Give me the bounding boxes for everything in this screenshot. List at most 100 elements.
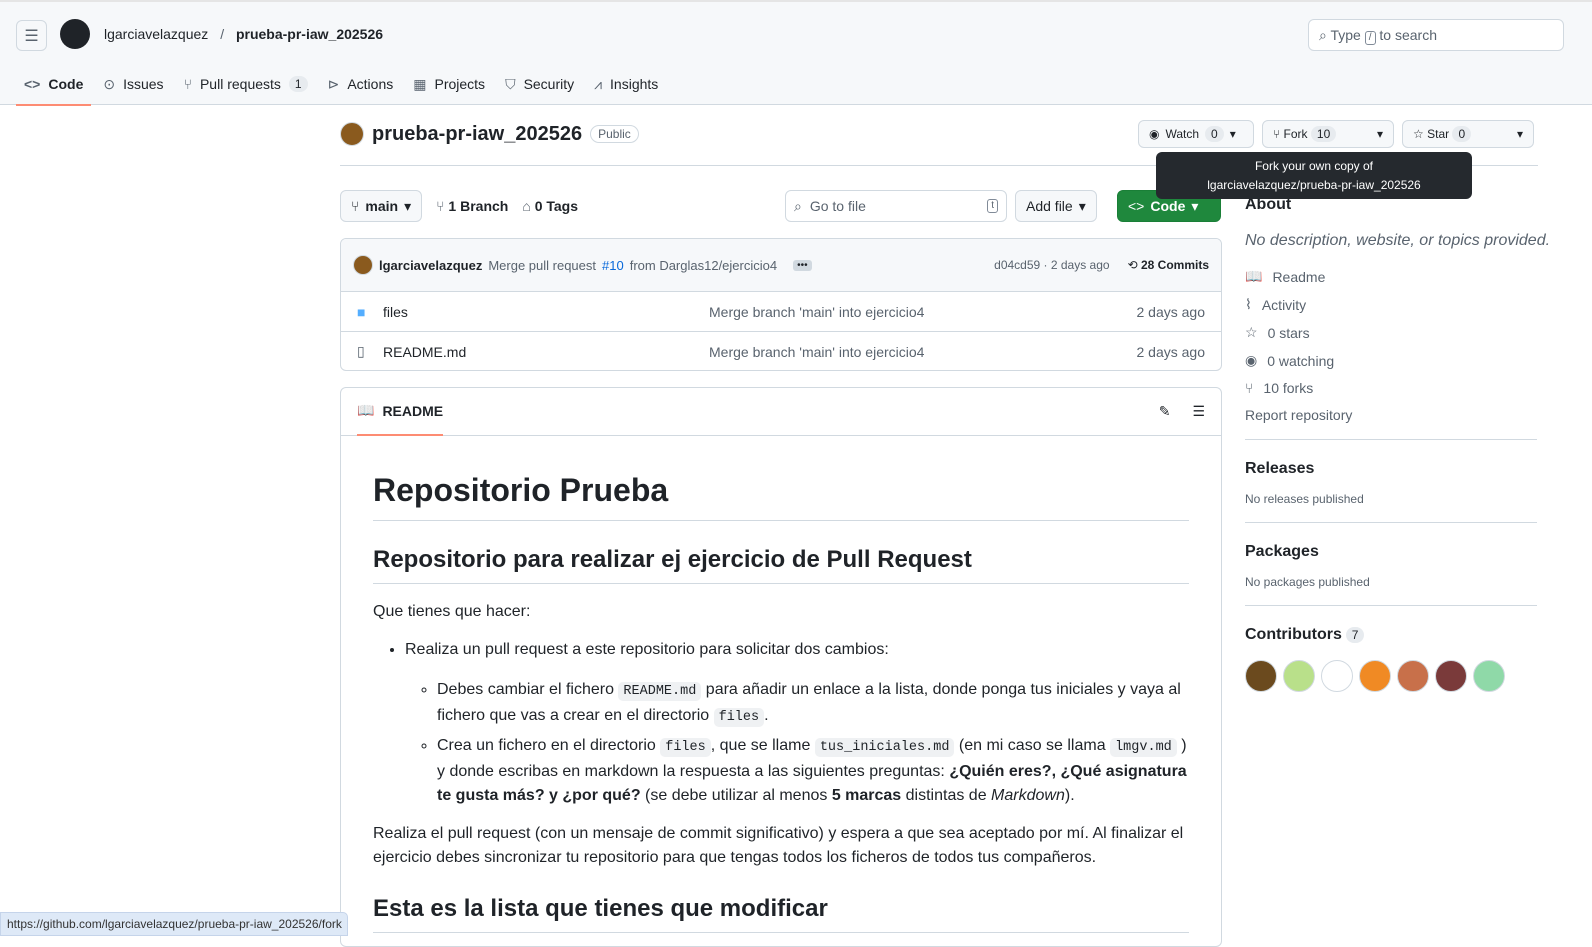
pr-link[interactable]: #10 — [602, 258, 624, 273]
caret-down-icon[interactable]: ▾ — [1517, 127, 1523, 141]
tab-issues[interactable]: ⊙ Issues — [95, 64, 171, 104]
commits-link[interactable]: ⟲ 28 Commits — [1128, 258, 1209, 272]
readme-tab[interactable]: 📖 README — [357, 388, 444, 436]
tags-link[interactable]: ⌂ 0 Tags — [522, 198, 578, 214]
watch-button[interactable]: ◉ Watch 0 ▾ — [1138, 120, 1254, 148]
divider — [1245, 605, 1537, 606]
report-repository-link[interactable]: Report repository — [1245, 407, 1550, 423]
italic-text: Markdown — [991, 787, 1065, 804]
file-row[interactable]: ■ files Merge branch 'main' into ejercicio… — [341, 291, 1221, 331]
ellipsis-button[interactable]: ••• — [793, 259, 812, 271]
tab-pull-requests[interactable]: ⑂ Pull requests 1 — [176, 64, 316, 104]
branch-icon: ⑂ — [436, 198, 445, 214]
tab-label: Issues — [123, 76, 164, 92]
file-commit-message[interactable]: Merge branch 'main' into ejercicio4 — [709, 344, 1137, 360]
commit-sha[interactable]: d04cd59 · 2 days ago — [994, 258, 1109, 272]
inline-code: files — [660, 738, 711, 757]
commit-author[interactable]: lgarciavelazquez — [379, 258, 482, 273]
contributor-avatar[interactable] — [1473, 660, 1505, 692]
watching-link[interactable]: ◉ 0 watching — [1245, 352, 1550, 369]
book-icon: 📖 — [1245, 268, 1263, 284]
contributor-avatar[interactable] — [1397, 660, 1429, 692]
stars-link[interactable]: ☆ 0 stars — [1245, 324, 1550, 341]
list-item: Realiza un pull request a este repositor… — [405, 638, 1189, 808]
go-to-file-input[interactable]: ⌕ Go to file t — [785, 190, 1007, 222]
list-item: Debes cambiar el fichero README.md para … — [437, 678, 1189, 730]
owner-link[interactable]: lgarciavelazquez — [104, 26, 208, 42]
fork-count: 10 — [1310, 126, 1337, 142]
caret-down-icon[interactable]: ▾ — [1377, 127, 1383, 141]
owner-avatar — [340, 122, 364, 146]
tooltip-line: lgarciavelazquez/prueba-pr-iaw_202526 — [1207, 178, 1421, 192]
forks-link[interactable]: ⑂ 10 forks — [1245, 380, 1550, 396]
edit-pencil-icon[interactable]: ✎ — [1159, 403, 1171, 420]
branch-name: main — [365, 198, 399, 214]
star-icon: ☆ — [1413, 127, 1424, 141]
commit-message[interactable]: Merge pull request — [488, 258, 596, 273]
contributor-avatar[interactable] — [1321, 660, 1353, 692]
repo-name[interactable]: prueba-pr-iaw_202526 — [372, 123, 582, 146]
contributor-avatar[interactable] — [1283, 660, 1315, 692]
inline-code: files — [713, 708, 765, 727]
table-icon: ▦ — [413, 75, 427, 92]
commits-count: 28 Commits — [1140, 258, 1209, 272]
search-input[interactable]: ⌕ Type / to search — [1308, 19, 1564, 51]
releases-title[interactable]: Releases — [1245, 460, 1550, 478]
file-commit-message[interactable]: Merge branch 'main' into ejercicio4 — [709, 304, 1137, 320]
breadcrumb: lgarciavelazquez / prueba-pr-iaw_202526 — [104, 26, 383, 42]
add-file-button[interactable]: Add file ▾ — [1015, 190, 1097, 222]
contributors-title[interactable]: Contributors — [1245, 626, 1342, 643]
shortcut-key: t — [987, 199, 998, 213]
tab-projects[interactable]: ▦ Projects — [405, 64, 493, 104]
tab-insights[interactable]: ⩘ Insights — [586, 64, 666, 104]
fork-button[interactable]: ⑂ Fork 10 ▾ — [1262, 120, 1394, 148]
inline-code: tus_iniciales.md — [814, 738, 955, 757]
graph-icon: ⩘ — [594, 75, 603, 92]
tab-security[interactable]: ⛉ Security — [497, 64, 582, 104]
star-button[interactable]: ☆ Star 0 ▾ — [1402, 120, 1534, 148]
add-file-label: Add file — [1026, 198, 1073, 214]
play-icon: ⊳ — [327, 75, 340, 92]
branches-label: 1 Branch — [448, 198, 509, 214]
item-label: 0 watching — [1267, 352, 1335, 369]
visibility-badge: Public — [590, 125, 639, 143]
readme-link[interactable]: 📖 Readme — [1245, 268, 1550, 285]
file-browser: lgarciavelazquez Merge pull request #10 … — [340, 238, 1222, 371]
pulse-icon: ⌇ — [1245, 296, 1252, 312]
contributor-avatar[interactable] — [1359, 660, 1391, 692]
contributors-count: 7 — [1345, 627, 1365, 643]
separator: / — [220, 26, 225, 42]
activity-link[interactable]: ⌇ Activity — [1245, 296, 1550, 313]
text: (en mi caso se llama — [958, 737, 1106, 754]
file-row[interactable]: ▯ README.md Merge branch 'main' into ejerc… — [341, 331, 1221, 370]
github-logo-icon[interactable] — [60, 19, 90, 49]
fork-icon: ⑂ — [1245, 380, 1254, 396]
file-name[interactable]: files — [383, 304, 709, 320]
packages-title[interactable]: Packages — [1245, 543, 1550, 561]
list-item-text: Realiza un pull request a este repositor… — [405, 641, 889, 658]
file-icon: ▯ — [357, 343, 365, 359]
divider — [1245, 522, 1537, 523]
branch-select[interactable]: ⑂ main ▾ — [340, 190, 423, 222]
contributor-avatar[interactable] — [1435, 660, 1467, 692]
issue-icon: ⊙ — [103, 75, 116, 92]
repo-link[interactable]: prueba-pr-iaw_202526 — [236, 26, 383, 42]
star-label: Star — [1427, 127, 1450, 141]
tab-label: Insights — [610, 76, 659, 92]
pr-count: 1 — [288, 76, 308, 92]
about-section: About No description, website, or topics… — [1245, 196, 1550, 695]
tab-actions[interactable]: ⊳ Actions — [320, 64, 402, 104]
contributor-avatar[interactable] — [1245, 660, 1277, 692]
commit-message-rest[interactable]: from Darglas12/ejercicio4 — [630, 258, 777, 273]
bold-text: 5 marcas — [831, 787, 902, 804]
branches-link[interactable]: ⑂ 1 Branch — [436, 198, 508, 214]
code-icon: <> — [1128, 198, 1145, 214]
contributor-avatars — [1245, 660, 1550, 695]
outline-list-icon[interactable]: ☰ — [1192, 403, 1205, 420]
menu-button[interactable]: ☰ — [16, 20, 47, 51]
book-icon: 📖 — [357, 402, 375, 418]
tab-code[interactable]: <> Code — [16, 64, 92, 106]
search-prefix: Type — [1330, 27, 1361, 43]
repo-actions: ◉ Watch 0 ▾ ⑂ Fork 10 ▾ ☆ Star 0 ▾ — [1138, 120, 1534, 148]
file-name[interactable]: README.md — [383, 344, 709, 360]
